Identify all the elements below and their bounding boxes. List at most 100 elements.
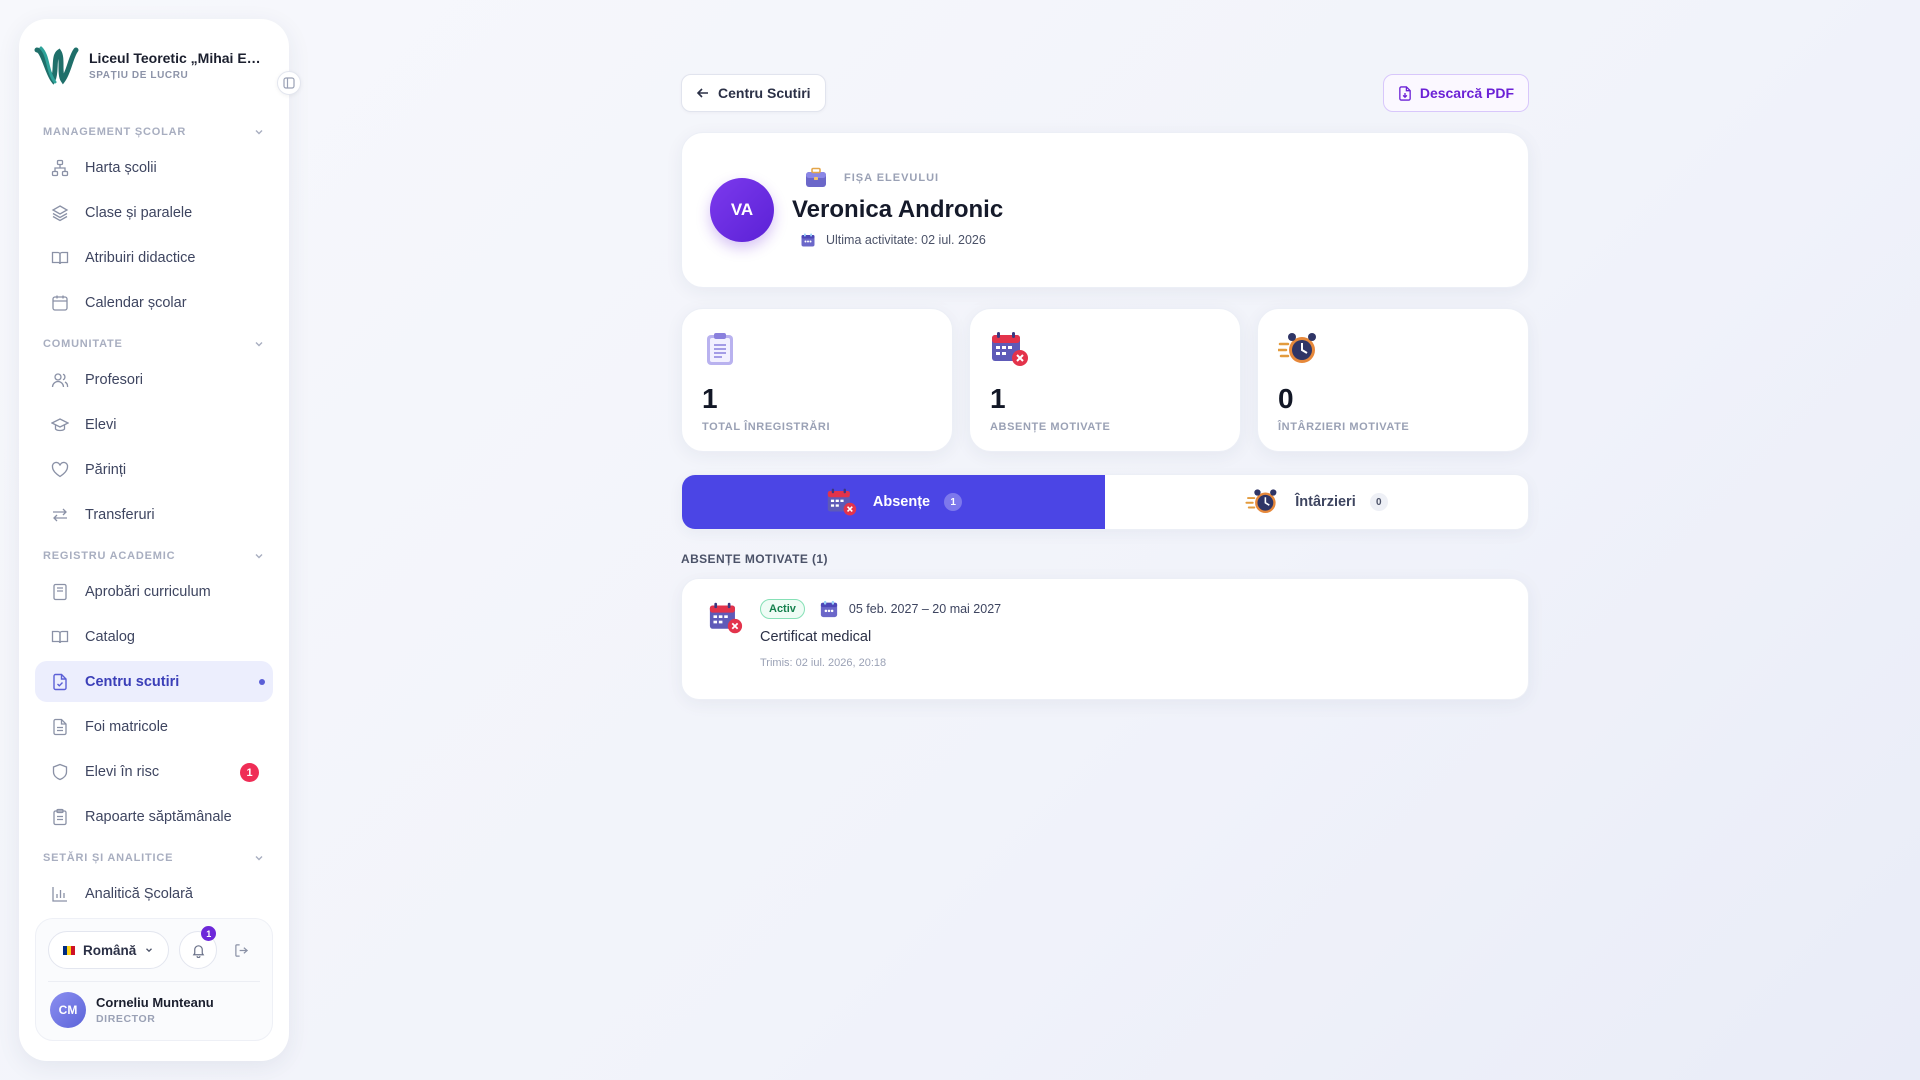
chevron-down-icon — [146, 948, 153, 953]
sidebar-header: Liceul Teoretic „Mihai Emi... SPAȚIU DE … — [19, 19, 301, 111]
sidebar-item-aprobari[interactable]: Aprobări curriculum — [35, 571, 273, 612]
section-label: COMUNITATE — [43, 338, 123, 350]
calendar-x-icon — [708, 601, 746, 679]
page-toolbar: Centru Scutiri Descarcă PDF — [681, 74, 1529, 112]
sidebar-item-atribuiri[interactable]: Atribuiri didactice — [35, 237, 273, 278]
list-item[interactable]: Activ 05 feb. 2027 – 20 mai 2027 Certifi… — [681, 578, 1529, 700]
graduation-cap-icon — [51, 416, 69, 434]
sidebar-item-label: Elevi — [85, 416, 117, 433]
alarm-clock-icon — [1245, 489, 1277, 514]
stat-card-total: 1 TOTAL ÎNREGISTRĂRI — [681, 308, 953, 452]
tab-absente[interactable]: Absențe 1 — [682, 475, 1105, 529]
sidebar-item-label: Atribuiri didactice — [85, 249, 196, 266]
logout-button[interactable] — [227, 931, 255, 969]
student-name: Veronica Andronic — [792, 196, 1004, 223]
sidebar-item-label: Calendar școlar — [85, 294, 187, 311]
calendar-icon — [801, 233, 815, 247]
profile-kicker: FIȘA ELEVULUI — [804, 166, 1003, 190]
bar-chart-icon — [51, 885, 69, 903]
back-button[interactable]: Centru Scutiri — [681, 74, 826, 112]
tab-intarzieri[interactable]: Întârzieri 0 — [1105, 475, 1528, 529]
tab-count-badge: 0 — [1369, 493, 1388, 511]
sidebar-item-label: Profesori — [85, 371, 144, 388]
briefcase-icon — [806, 167, 826, 187]
stats-row: 1 TOTAL ÎNREGISTRĂRI 1 ABSENȚE MOTIVATE … — [681, 308, 1529, 452]
entry-sent-timestamp: Trimis: 02 iul. 2026, 20:18 — [760, 657, 887, 669]
avatar: CM — [50, 992, 86, 1028]
calendar-x-icon — [827, 488, 857, 516]
sidebar-nav: MANAGEMENT ȘCOLAR Harta școlii Clase și … — [19, 111, 289, 918]
user-role: DIRECTOR — [96, 1013, 156, 1025]
sidebar-item-parinti[interactable]: Părinți — [35, 449, 273, 490]
chevron-down-icon — [255, 554, 263, 559]
sidebar-item-analitica[interactable]: Analitică Școlară — [35, 873, 273, 914]
collapse-sidebar-button[interactable] — [277, 71, 301, 95]
sidebar-collapse-icon — [283, 77, 295, 89]
profile-info: FIȘA ELEVULUI Veronica Andronic Ultima a… — [792, 166, 1003, 248]
calendar-x-icon — [990, 329, 1220, 369]
download-pdf-label: Descarcă PDF — [1419, 85, 1514, 101]
user-text: Corneliu Munteanu DIRECTOR — [96, 995, 214, 1025]
user-profile[interactable]: CM Corneliu Munteanu DIRECTOR — [48, 992, 260, 1028]
sidebar-item-foi-matricole[interactable]: Foi matricole — [35, 706, 273, 747]
sidebar-item-label: Aprobări curriculum — [85, 583, 211, 600]
sidebar: Liceul Teoretic „Mihai Emi... SPAȚIU DE … — [19, 19, 301, 1061]
avatar: VA — [710, 178, 774, 242]
sidebar-item-label: Harta școlii — [85, 159, 157, 176]
section-label: SETĂRI ȘI ANALITICE — [43, 852, 174, 864]
school-logo — [34, 46, 79, 85]
file-download-icon — [1399, 85, 1411, 101]
stat-card-intarzieri: 0 ÎNTÂRZIERI MOTIVATE — [1257, 308, 1529, 452]
entry-header: Activ 05 feb. 2027 – 20 mai 2027 — [760, 599, 1001, 619]
users-icon — [51, 371, 69, 389]
book-open-icon — [51, 628, 69, 646]
download-pdf-button[interactable]: Descarcă PDF — [1382, 74, 1529, 112]
sidebar-item-label: Rapoarte săptămânale — [85, 808, 232, 825]
stat-card-absente: 1 ABSENȚE MOTIVATE — [969, 308, 1241, 452]
sidebar-item-transferuri[interactable]: Transferuri — [35, 494, 273, 535]
sidebar-item-harta-scolii[interactable]: Harta școlii — [35, 147, 273, 188]
sidebar-item-profesori[interactable]: Profesori — [35, 359, 273, 400]
student-profile-card: VA FIȘA ELEVULUI Veronica Andronic Ultim… — [681, 132, 1529, 288]
clipboard-icon — [51, 808, 69, 826]
sidebar-item-label: Centru scutiri — [85, 673, 180, 690]
user-name: Corneliu Munteanu — [96, 995, 214, 1010]
swap-arrows-icon — [51, 506, 69, 524]
sidebar-item-clase[interactable]: Clase și paralele — [35, 192, 273, 233]
calendar-icon — [51, 294, 69, 312]
section-registru[interactable]: REGISTRU ACADEMIC — [35, 541, 273, 571]
section-comunitate[interactable]: COMUNITATE — [35, 329, 273, 359]
stat-value: 1 — [990, 383, 1006, 414]
sidebar-item-label: Foi matricole — [85, 718, 168, 735]
tab-count-badge: 1 — [944, 493, 963, 511]
stat-label: ÎNTÂRZIERI MOTIVATE — [1278, 421, 1410, 433]
book-open-icon — [51, 249, 69, 267]
chevron-down-icon — [255, 130, 263, 135]
section-label: MANAGEMENT ȘCOLAR — [43, 126, 187, 138]
status-badge: Activ — [760, 599, 805, 619]
sidebar-item-centru-scutiri[interactable]: Centru scutiri — [35, 661, 273, 702]
sidebar-item-rapoarte[interactable]: Rapoarte săptămânale — [35, 796, 273, 837]
notifications-button[interactable]: 1 — [179, 926, 218, 969]
sidebar-item-elevi-in-risc[interactable]: Elevi în risc 1 — [35, 751, 273, 792]
sidebar-footer: Română 1 CM Corneliu Munteanu DIRECTOR — [35, 918, 273, 1041]
sidebar-item-calendar[interactable]: Calendar școlar — [35, 282, 273, 323]
stat-label: TOTAL ÎNREGISTRĂRI — [702, 421, 831, 433]
tab-label: Întârzieri — [1295, 494, 1356, 510]
language-select[interactable]: Română — [48, 931, 170, 969]
sidebar-item-catalog[interactable]: Catalog — [35, 616, 273, 657]
book-icon — [51, 583, 69, 601]
logout-icon — [235, 943, 248, 957]
stat-value: 1 — [702, 383, 718, 414]
section-setari[interactable]: SETĂRI ȘI ANALITICE — [35, 843, 273, 873]
workspace-label: SPAȚIU DE LUCRU — [89, 69, 189, 81]
sitemap-icon — [51, 159, 69, 177]
section-management[interactable]: MANAGEMENT ȘCOLAR — [35, 117, 273, 147]
back-button-label: Centru Scutiri — [718, 85, 811, 101]
sidebar-item-elevi[interactable]: Elevi — [35, 404, 273, 445]
heart-icon — [51, 461, 69, 479]
shield-icon — [51, 763, 69, 781]
active-indicator-dot — [259, 679, 265, 685]
bell-icon — [192, 944, 205, 958]
school-name: Liceul Teoretic „Mihai Emi... — [89, 49, 271, 66]
